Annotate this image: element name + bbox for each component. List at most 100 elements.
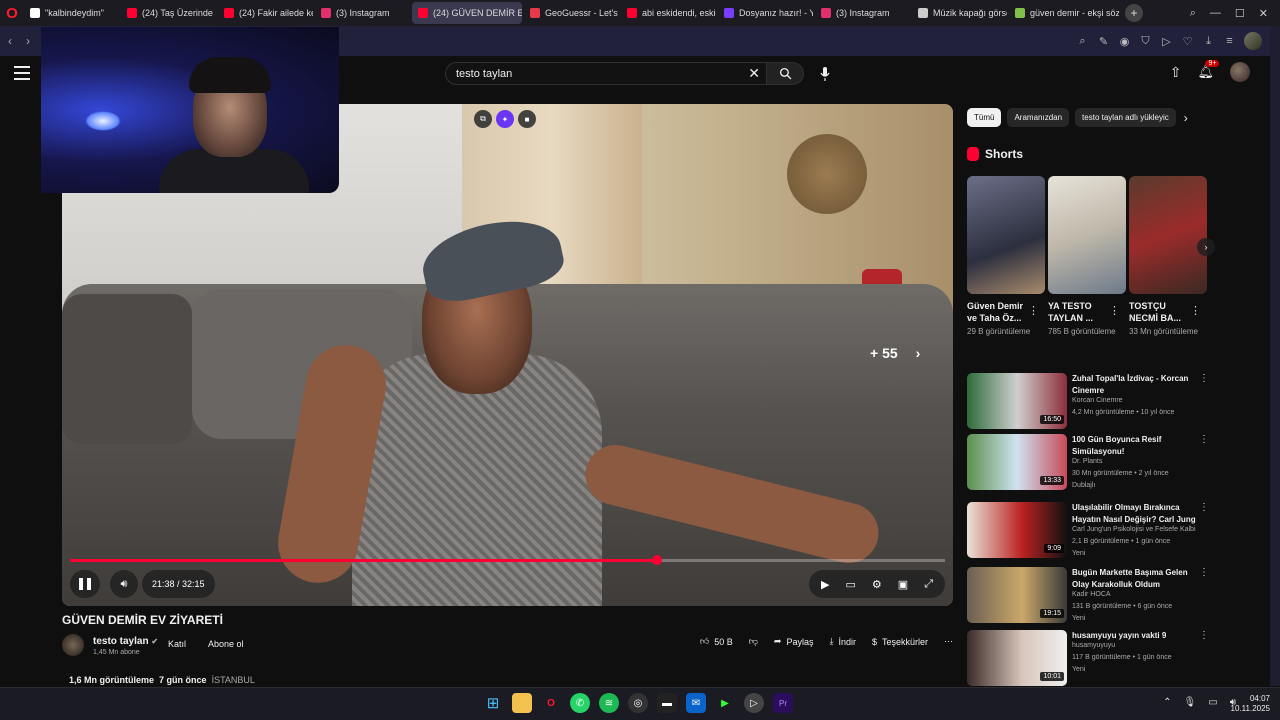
settings-gear-icon[interactable]: ⚙ (872, 578, 882, 591)
edit-icon[interactable]: ✎ (1097, 35, 1110, 48)
pause-button[interactable] (70, 570, 100, 598)
fullscreen-icon[interactable]: ⤢ (924, 578, 933, 591)
whatsapp-icon[interactable]: ✆ (570, 693, 590, 713)
browser-tab[interactable]: GeoGuessr - Let's expl (524, 2, 619, 24)
browser-tab[interactable]: (3) Instagram (315, 2, 410, 24)
short-thumbnail[interactable] (967, 176, 1045, 294)
outlook-icon[interactable]: ✉ (686, 693, 706, 713)
premiere-icon[interactable]: Pr (773, 693, 793, 713)
more-options-icon[interactable]: ⋮ (1199, 630, 1209, 641)
share-button[interactable]: ➦ Paylaş (774, 636, 814, 647)
hamburger-menu-icon[interactable] (14, 66, 30, 80)
short-title[interactable]: Güven Demir ve Taha Öz... (967, 300, 1029, 324)
more-options-icon[interactable]: ⋮ (1199, 567, 1209, 578)
browser-tab[interactable]: "kalbindeydim" (24, 2, 119, 24)
obs-icon[interactable]: ◎ (628, 693, 648, 713)
thanks-button[interactable]: $ Teşekkürler (872, 637, 928, 647)
short-title[interactable]: TOSTÇU NECMİ BA... (1129, 300, 1191, 324)
short-thumbnail[interactable] (1048, 176, 1126, 294)
display-icon[interactable]: ▭ (1208, 697, 1217, 708)
minimize-icon[interactable]: — (1210, 7, 1221, 19)
maximize-icon[interactable]: ☐ (1235, 7, 1245, 20)
channel-name[interactable]: Korcan Cinemre (1072, 397, 1123, 404)
theater-mode-icon[interactable]: ▣ (898, 578, 908, 591)
channel-name[interactable]: Kadir HOCA (1072, 591, 1111, 598)
recommended-video[interactable]: 10:01 husamyuyu yayın vakti 9 husamyuyuyu 1… (967, 630, 1209, 688)
recommended-video[interactable]: 9:09 Ulaşılabilir Olmayı Bırakınca Hayatı… (967, 502, 1209, 560)
filter-chip[interactable]: testo taylan adlı yükleyic (1075, 108, 1176, 127)
spotify-icon[interactable]: ≋ (599, 693, 619, 713)
filter-chip[interactable]: Tümü (967, 108, 1002, 127)
channel-avatar[interactable] (62, 634, 84, 656)
windows-start-icon[interactable]: ⊞ (483, 693, 503, 713)
heart-icon[interactable]: ♡ (1181, 35, 1194, 48)
subtitles-icon[interactable]: ▭ (846, 578, 856, 591)
profile-avatar[interactable] (1244, 32, 1262, 50)
browser-tab[interactable]: (24) Fakir ailede kedi c (218, 2, 313, 24)
browser-tab[interactable]: (3) Instagram (815, 2, 910, 24)
channel-name[interactable]: testo taylan ✔ (93, 636, 158, 647)
play-icon[interactable]: ▷ (1160, 35, 1173, 48)
shield-icon[interactable]: ⛉ (1139, 35, 1152, 48)
progress-bar[interactable] (70, 555, 945, 565)
join-button[interactable]: Katıl (168, 639, 186, 649)
shorts-next-button[interactable]: › (1197, 238, 1215, 256)
camera-icon[interactable]: ◉ (1118, 35, 1131, 48)
opera-icon[interactable]: O (541, 693, 561, 713)
browser-tab[interactable]: Dosyanız hazır! - YouT (718, 2, 813, 24)
subscribe-button[interactable]: Abone ol (208, 639, 244, 649)
search-icon[interactable]: ⌕ (1076, 35, 1089, 48)
video-title-link[interactable]: Zuhal Topal'la İzdivaç - Korcan Cinemre (1072, 373, 1200, 397)
chips-next-icon[interactable]: › (1184, 111, 1188, 125)
forward-icon[interactable]: › (26, 34, 30, 48)
volume-icon[interactable]: 🔊︎ (110, 570, 138, 598)
channel-name[interactable]: husamyuyuyu (1072, 642, 1115, 649)
tray-expand-icon[interactable]: ⌃ (1163, 697, 1171, 708)
recommended-video[interactable]: 13:33 100 Gün Boyunca Resif Simülasyonu! D… (967, 434, 1209, 492)
autoplay-toggle-icon[interactable]: ▶ (821, 578, 829, 591)
download-button[interactable]: ⤓ İndir (829, 636, 856, 647)
video-record-icon[interactable]: ■ (518, 110, 536, 128)
close-window-icon[interactable]: ✕ (1259, 7, 1268, 20)
download-icon[interactable]: ⤓ (1202, 35, 1215, 48)
pip-icon[interactable]: ⧉ (474, 110, 492, 128)
more-options-icon[interactable]: ⋮ (1199, 373, 1209, 384)
more-options-icon[interactable]: ⋮ (1190, 304, 1201, 317)
video-title-link[interactable]: husamyuyu yayın vakti 9 (1072, 630, 1200, 642)
short-card[interactable]: Güven Demir ve Taha Öz... 29 B görüntülem… (967, 176, 1045, 338)
game-launcher-icon[interactable]: ▶ (715, 693, 735, 713)
filter-chip[interactable]: Aramanızdan (1007, 108, 1070, 127)
dislike-button[interactable]: 👎︎ (749, 636, 758, 647)
more-options-icon[interactable]: ⋮ (1199, 502, 1209, 513)
notifications-bell-icon[interactable]: 🔔︎ 9+ (1197, 60, 1220, 80)
clear-search-icon[interactable]: ✕ (748, 65, 760, 82)
browser-tab[interactable]: abi eskidendi, eskiden (621, 2, 716, 24)
recommended-video[interactable]: 19:15 Bugün Markette Başıma Gelen Olay Ka… (967, 567, 1209, 625)
opera-logo-icon[interactable]: O (0, 0, 24, 26)
browser-tab[interactable]: (24) Taş Üzerinde Rulo (121, 2, 216, 24)
short-card[interactable]: YA TESTO TAYLAN ... 785 B görüntüleme ⋮ (1048, 176, 1126, 338)
recommended-video[interactable]: 16:50 Zuhal Topal'la İzdivaç - Korcan Cin… (967, 373, 1209, 431)
video-title-link[interactable]: 100 Gün Boyunca Resif Simülasyonu! (1072, 434, 1200, 458)
new-tab-button[interactable]: + (1125, 4, 1143, 22)
search-input[interactable]: testo taylan ✕ (445, 62, 767, 85)
ai-sparkle-icon[interactable]: ✦ (496, 110, 514, 128)
microphone-icon[interactable]: 🎙︎ (1184, 697, 1197, 708)
more-options-icon[interactable]: ⋮ (1199, 434, 1209, 445)
terminal-icon[interactable]: ▬ (657, 693, 677, 713)
browser-tab[interactable]: güven demir - ekşi söz (1009, 2, 1119, 24)
short-title[interactable]: YA TESTO TAYLAN ... (1048, 300, 1110, 324)
channel-name[interactable]: Carl Jung'un Psikolojisi ve Felsefe Kalb… (1072, 526, 1196, 533)
browser-tab[interactable]: Müzik kapağı görseli (912, 2, 1007, 24)
voice-search-button[interactable] (813, 62, 837, 85)
media-player-icon[interactable]: ▷ (744, 693, 764, 713)
menu-icon[interactable]: ≡ (1223, 35, 1236, 47)
like-button[interactable]: 👍︎ 50 B (700, 636, 733, 647)
more-options-icon[interactable]: ⋮ (1109, 304, 1120, 317)
short-thumbnail[interactable] (1129, 176, 1207, 294)
short-card[interactable]: TOSTÇU NECMİ BA... 33 Mn görüntüleme ⋮ (1129, 176, 1207, 338)
upload-icon[interactable]: ⇧ (1170, 64, 1182, 81)
account-avatar[interactable] (1230, 62, 1250, 82)
video-title-link[interactable]: Ulaşılabilir Olmayı Bırakınca Hayatın Na… (1072, 502, 1200, 526)
search-button[interactable] (766, 62, 804, 85)
